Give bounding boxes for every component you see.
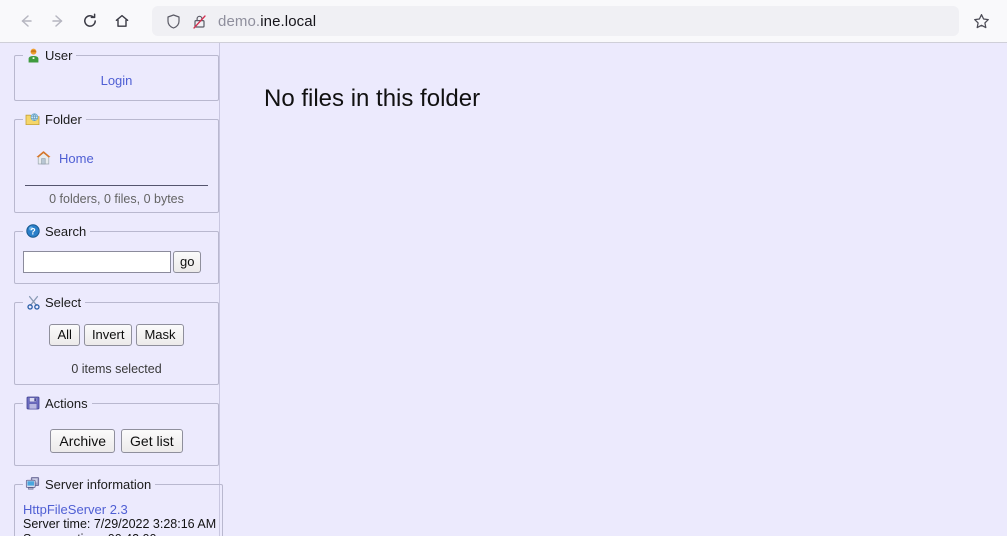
folder-globe-icon	[25, 111, 41, 127]
url-domain: ine.local	[260, 12, 317, 30]
panel-search-title: Search	[45, 223, 87, 239]
panel-search-legend: ? Search	[23, 223, 90, 239]
floppy-save-icon	[25, 395, 41, 411]
home-button[interactable]	[106, 5, 138, 37]
server-product-link[interactable]: HttpFileServer 2.3	[23, 502, 216, 517]
servers-icon	[25, 476, 41, 492]
panel-actions: Actions Archive Get list	[14, 395, 219, 466]
select-buttons: All Invert Mask	[23, 324, 210, 346]
panel-select: Select All Invert Mask 0 items selected	[14, 294, 219, 385]
server-uptime: Server uptime: 00:42:00	[23, 532, 216, 536]
page-body: User Login Folder Home 0 folders, 0 file…	[0, 43, 1007, 536]
panel-select-legend: Select	[23, 294, 85, 310]
panel-user-title: User	[45, 47, 73, 63]
sidebar: User Login Folder Home 0 folders, 0 file…	[0, 43, 224, 536]
panel-server-information: Server information HttpFileServer 2.3 Se…	[14, 476, 224, 536]
address-bar[interactable]: demo.ine.local	[152, 6, 959, 36]
shield-icon	[160, 10, 186, 32]
select-mask-button[interactable]: Mask	[136, 324, 184, 346]
panel-folder: Folder Home 0 folders, 0 files, 0 bytes	[14, 111, 219, 213]
back-button[interactable]	[10, 5, 42, 37]
server-time: Server time: 7/29/2022 3:28:16 AM	[23, 517, 217, 531]
help-circle-icon: ?	[25, 223, 41, 239]
panel-actions-title: Actions	[45, 395, 88, 411]
home-icon	[35, 149, 53, 167]
panel-search: ? Search go	[14, 223, 219, 284]
panel-user: User Login	[14, 47, 219, 101]
home-link[interactable]: Home	[59, 151, 94, 166]
user-panel-body: Login	[23, 67, 210, 90]
svg-text:?: ?	[30, 226, 36, 236]
panel-select-title: Select	[45, 294, 82, 310]
panel-server-title: Server information	[45, 476, 152, 492]
url-text: demo.ine.local	[218, 13, 316, 30]
folder-home-row[interactable]: Home	[35, 149, 210, 167]
panel-folder-title: Folder	[45, 111, 82, 127]
search-row: go	[23, 251, 210, 273]
select-invert-button[interactable]: Invert	[83, 324, 133, 346]
search-go-button[interactable]: go	[173, 251, 202, 273]
page-title: No files in this folder	[264, 85, 481, 112]
login-link[interactable]: Login	[101, 73, 133, 88]
search-input[interactable]	[23, 251, 171, 273]
user-icon	[25, 47, 41, 63]
panel-user-legend: User	[23, 47, 76, 63]
panel-server-legend: Server information	[23, 476, 155, 492]
browser-toolbar: demo.ine.local	[0, 0, 1007, 43]
folder-stats: 0 folders, 0 files, 0 bytes	[49, 192, 184, 206]
forward-button[interactable]	[42, 5, 74, 37]
archive-button[interactable]: Archive	[50, 429, 116, 453]
scissors-icon	[25, 294, 41, 310]
get-list-button[interactable]: Get list	[121, 429, 183, 453]
url-subdomain: demo.	[218, 12, 261, 30]
folder-divider	[25, 185, 208, 186]
main-content: No files in this folder	[220, 43, 1007, 113]
panel-folder-legend: Folder	[23, 111, 86, 127]
bookmark-star-icon[interactable]	[965, 5, 997, 37]
select-status: 0 items selected	[71, 362, 162, 376]
reload-button[interactable]	[74, 5, 106, 37]
select-all-button[interactable]: All	[49, 324, 80, 346]
panel-actions-legend: Actions	[23, 395, 92, 411]
insecure-lock-icon[interactable]	[186, 10, 212, 32]
action-buttons: Archive Get list	[23, 429, 210, 453]
